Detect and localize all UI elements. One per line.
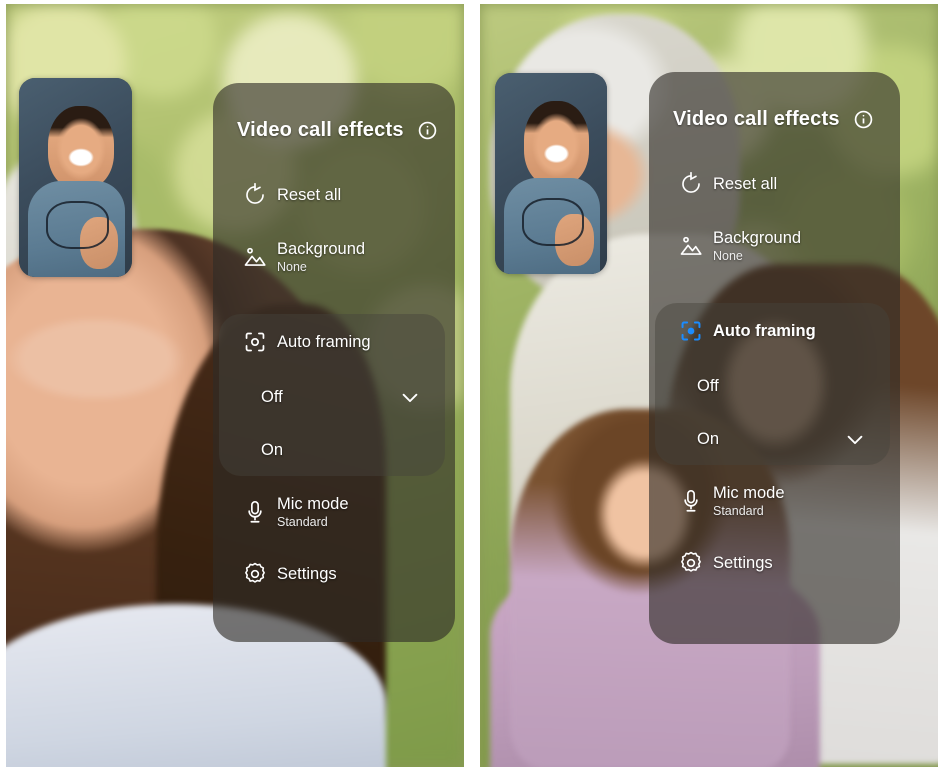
effects-menu-right: Reset all Background None Auto framing O…	[649, 153, 900, 594]
menu-item-settings[interactable]: Settings	[213, 543, 455, 605]
phone-screen-right: Video call effects Reset all Background …	[480, 4, 938, 767]
video-call-effects-panel: Video call effects Reset all Background …	[213, 83, 455, 642]
mic-icon	[233, 499, 277, 525]
self-view-glasses	[46, 201, 109, 250]
panel-title: Video call effects	[237, 119, 404, 141]
menu-item-reset-all[interactable]: Reset all	[213, 164, 455, 226]
effects-menu-left: Reset all Background None Auto framing O…	[213, 164, 455, 605]
menu-item-sublabel: Standard	[277, 515, 328, 530]
menu-item-labels: Reset all	[713, 175, 777, 193]
self-view-thumbnail[interactable]	[495, 73, 607, 274]
menu-item-label: Background	[277, 239, 366, 258]
image-icon	[669, 233, 713, 259]
menu-item-auto-framing[interactable]: Auto framing	[219, 314, 445, 370]
menu-item-labels: Mic mode Standard	[277, 495, 349, 529]
reset-icon	[233, 182, 277, 208]
auto-frame-icon	[233, 329, 277, 355]
menu-item-labels: Background None	[277, 240, 365, 274]
menu-item-labels: Auto framing	[713, 322, 816, 340]
option-label: Off	[697, 376, 719, 395]
checkmark-icon	[399, 386, 421, 408]
self-view-face	[524, 101, 590, 186]
mic-icon	[669, 488, 713, 514]
menu-item-auto-framing[interactable]: Auto framing	[655, 303, 890, 359]
menu-item-label: Reset all	[277, 185, 342, 204]
menu-item-label: Settings	[713, 553, 773, 572]
video-call-effects-panel: Video call effects Reset all Background …	[649, 72, 900, 644]
phone-screen-left: Video call effects Reset all Background …	[6, 4, 464, 767]
option-auto-framing-off[interactable]: Off	[655, 359, 890, 413]
option-label: Off	[261, 387, 283, 406]
option-auto-framing-on[interactable]: On	[219, 424, 445, 476]
menu-item-background[interactable]: Background None	[213, 226, 455, 288]
menu-item-label: Auto framing	[277, 332, 371, 351]
self-view-glasses	[521, 197, 585, 246]
panel-header: Video call effects	[649, 108, 900, 131]
menu-item-label: Settings	[277, 564, 337, 583]
menu-item-sublabel: Standard	[713, 504, 764, 519]
menu-item-label: Mic mode	[277, 494, 349, 513]
menu-item-label: Reset all	[713, 174, 778, 193]
screenshot-stage: Video call effects Reset all Background …	[0, 0, 940, 767]
panel-title: Video call effects	[673, 108, 840, 130]
menu-item-label: Mic mode	[713, 483, 785, 502]
option-label: On	[697, 429, 720, 448]
auto-framing-subpanel: Auto framing Off On	[219, 314, 445, 476]
gear-icon	[233, 561, 277, 587]
menu-item-reset-all[interactable]: Reset all	[649, 153, 900, 215]
option-label: On	[261, 440, 284, 459]
menu-item-labels: Mic mode Standard	[713, 484, 785, 518]
menu-item-labels: Settings	[713, 554, 773, 572]
menu-item-mic-mode[interactable]: Mic mode Standard	[649, 470, 900, 532]
menu-item-sublabel: None	[713, 249, 743, 264]
menu-item-labels: Background None	[713, 229, 801, 263]
option-auto-framing-on[interactable]: On	[655, 413, 890, 465]
menu-item-mic-mode[interactable]: Mic mode Standard	[213, 481, 455, 543]
self-view-thumbnail[interactable]	[19, 78, 132, 277]
reset-icon	[669, 171, 713, 197]
panel-header: Video call effects	[213, 119, 455, 142]
self-view-face	[48, 105, 114, 190]
auto-frame-icon	[669, 318, 713, 344]
menu-item-labels: Auto framing	[277, 333, 371, 351]
menu-item-label: Background	[713, 228, 802, 247]
option-auto-framing-off[interactable]: Off	[219, 370, 445, 424]
gear-icon	[669, 550, 713, 576]
menu-item-label: Auto framing	[713, 321, 816, 340]
auto-framing-subpanel: Auto framing Off On	[655, 303, 890, 465]
info-icon[interactable]	[854, 110, 873, 129]
menu-item-labels: Reset all	[277, 186, 341, 204]
checkmark-icon	[844, 428, 866, 450]
info-icon[interactable]	[418, 121, 437, 140]
image-icon	[233, 244, 277, 270]
menu-item-labels: Settings	[277, 565, 337, 583]
menu-item-background[interactable]: Background None	[649, 215, 900, 277]
menu-item-settings[interactable]: Settings	[649, 532, 900, 594]
menu-item-sublabel: None	[277, 260, 307, 275]
